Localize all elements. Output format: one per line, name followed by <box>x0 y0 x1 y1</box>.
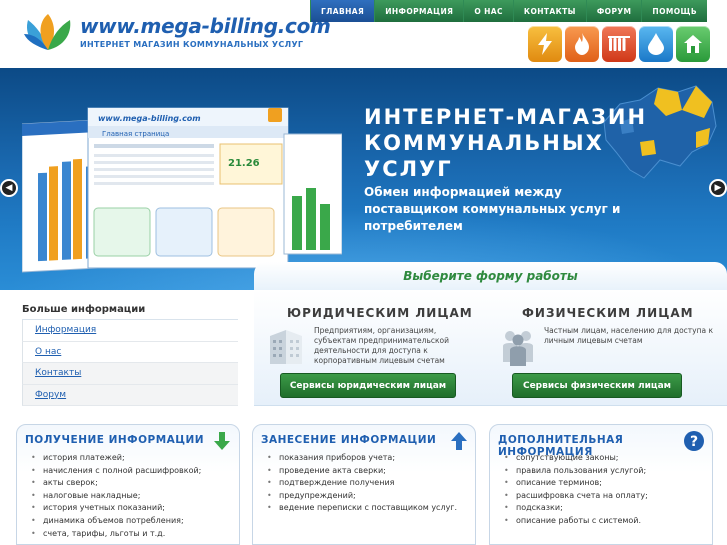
more-link-contacts[interactable]: Контакты <box>22 363 238 385</box>
more-info-title: Больше информации <box>22 304 238 320</box>
work-form-panel: ЮРИДИЧЕСКИМ ЛИЦАМ Предприятиям, организа… <box>254 290 727 406</box>
screen-logo: www.mega-billing.com <box>98 114 201 123</box>
card-receive-info: ПОЛУЧЕНИЕ ИНФОРМАЦИИ история платежей; н… <box>16 424 240 545</box>
card-additional-info: ДОПОЛНИТЕЛЬНАЯ ИНФОРМАЦИЯ ? сопутствующи… <box>489 424 713 545</box>
physical-description: Частным лицам, населению для доступа к л… <box>544 326 714 345</box>
list-item: начисления с полной расшифровкой; <box>31 465 201 478</box>
list-item: динамика объемов потребления; <box>31 515 201 528</box>
list-item: сопутствующие законы; <box>504 452 648 465</box>
app-screenshots-illustration: www.mega-billing.com Главная страница 21… <box>22 107 342 273</box>
list-item: описание терминов; <box>504 477 648 490</box>
more-info-block: Больше информации Информация О нас Конта… <box>22 304 238 406</box>
list-item: подтверждение получения <box>267 477 457 490</box>
question-mark-icon[interactable]: ? <box>683 430 705 452</box>
banner-prev-button[interactable]: ◀ <box>0 179 18 197</box>
logo-leaves-icon[interactable] <box>22 12 74 52</box>
heating-radiator-icon[interactable] <box>602 26 636 62</box>
people-group-icon <box>503 331 533 366</box>
list-item: счета, тарифы, льготы и т.д. <box>31 528 201 541</box>
list-item: подсказки; <box>504 502 648 515</box>
more-link-forum[interactable]: Форум <box>22 384 238 406</box>
list-item: предупреждений; <box>267 490 457 503</box>
house-icon[interactable] <box>676 26 710 62</box>
list-item: проведение акта сверки; <box>267 465 457 478</box>
list-item: расшифровка счета на оплату; <box>504 490 648 503</box>
green-down-arrow-icon <box>212 431 232 451</box>
utility-icons <box>528 26 710 62</box>
card-enter-info: ЗАНЕСЕНИЕ ИНФОРМАЦИИ показания приборов … <box>252 424 476 545</box>
list-item: история учетных показаний; <box>31 502 201 515</box>
nav-item-about[interactable]: О НАС <box>463 0 513 22</box>
nav-item-forum[interactable]: ФОРУМ <box>585 0 642 22</box>
electricity-icon[interactable] <box>528 26 562 62</box>
screen-heading: Главная страница <box>102 130 169 138</box>
banner-text: Обмен информацией между поставщиком комм… <box>364 185 621 233</box>
banner-next-button[interactable]: ▶ <box>709 179 727 197</box>
card-enter-title: ЗАНЕСЕНИЕ ИНФОРМАЦИИ <box>261 434 437 446</box>
svg-text:?: ? <box>690 434 698 450</box>
list-item: показания приборов учета; <box>267 452 457 465</box>
more-link-info[interactable]: Информация <box>22 320 238 342</box>
card-receive-list: история платежей; начисления с полной ра… <box>31 452 201 540</box>
choose-form-tab: Выберите форму работы <box>254 262 727 290</box>
nav-item-info[interactable]: ИНФОРМАЦИЯ <box>374 0 464 22</box>
blue-up-arrow-icon <box>449 431 469 451</box>
banner-title-line2: КОММУНАЛЬНЫХ УСЛУГ <box>364 131 604 181</box>
nav-item-contacts[interactable]: КОНТАКТЫ <box>512 0 586 22</box>
main-nav: ГЛАВНАЯ ИНФОРМАЦИЯ О НАС КОНТАКТЫ ФОРУМ … <box>310 0 707 22</box>
choose-form-title: Выберите форму работы <box>403 269 578 283</box>
logo-subtitle: ИНТЕРНЕТ МАГАЗИН КОММУНАЛЬНЫХ УСЛУГ <box>80 40 304 49</box>
list-item: ведение переписки с поставщиком услуг. <box>267 502 457 515</box>
list-item: акты сверок; <box>31 477 201 490</box>
physical-heading: ФИЗИЧЕСКИМ ЛИЦАМ <box>522 306 694 320</box>
banner-title: ИНТЕРНЕТ-МАГАЗИН КОММУНАЛЬНЫХ УСЛУГ <box>364 104 694 182</box>
more-link-about[interactable]: О нас <box>22 341 238 363</box>
list-item: налоговые накладные; <box>31 490 201 503</box>
list-item: правила пользования услугой; <box>504 465 648 478</box>
card-enter-list: показания приборов учета; проведение акт… <box>267 452 457 515</box>
legal-heading: ЮРИДИЧЕСКИМ ЛИЦАМ <box>287 306 473 320</box>
hero-banner: ИНТЕРНЕТ-МАГАЗИН КОММУНАЛЬНЫХ УСЛУГ Обме… <box>0 68 727 290</box>
legal-description: Предприятиям, организациям, субъектам пр… <box>314 326 449 365</box>
office-building-icon <box>270 330 302 364</box>
gas-flame-icon[interactable] <box>565 26 599 62</box>
banner-title-line1: ИНТЕРНЕТ-МАГАЗИН <box>364 105 648 129</box>
card-additional-list: сопутствующие законы; правила пользовани… <box>504 452 648 528</box>
nav-item-home[interactable]: ГЛАВНАЯ <box>310 0 375 22</box>
list-item: история платежей; <box>31 452 201 465</box>
physical-services-button[interactable]: Сервисы физическим лицам <box>512 373 682 398</box>
screen-price: 21.26 <box>228 158 260 169</box>
legal-services-button[interactable]: Сервисы юридическим лицам <box>280 373 456 398</box>
card-receive-title: ПОЛУЧЕНИЕ ИНФОРМАЦИИ <box>25 434 205 446</box>
list-item: описание работы с системой. <box>504 515 648 528</box>
site-header: www.mega-billing.com ИНТЕРНЕТ МАГАЗИН КО… <box>0 0 727 68</box>
water-drop-icon[interactable] <box>639 26 673 62</box>
logo-title[interactable]: www.mega-billing.com <box>80 14 331 38</box>
nav-item-help[interactable]: ПОМОЩЬ <box>641 0 707 22</box>
